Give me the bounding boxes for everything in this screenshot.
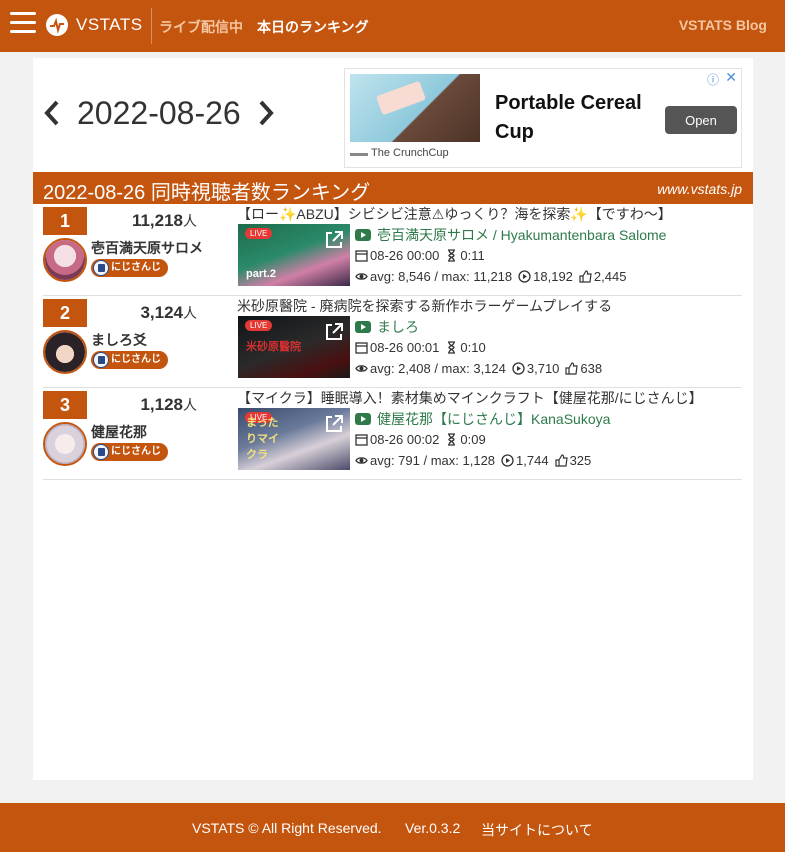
play-circle-icon <box>501 454 514 467</box>
rank-badge: 1 <box>43 207 87 235</box>
peak-viewers: 3,124人 <box>140 303 197 322</box>
thumbnail-text: 米砂原醫院 <box>246 341 301 353</box>
thumbnail-text: part.2 <box>246 268 276 280</box>
external-link-icon[interactable] <box>323 321 345 343</box>
external-link-icon[interactable] <box>323 229 345 251</box>
avatar[interactable] <box>43 330 87 374</box>
channel-link[interactable]: 健屋花那【にじさんじ】KanaSukoya <box>355 409 610 429</box>
play-circle-icon <box>518 270 531 283</box>
youtube-icon <box>355 321 371 333</box>
ranking-entry: 3 1,128人 健屋花那 にじさんじ 【マイクラ】睡眠導入！素材集めマインクラ… <box>43 388 742 480</box>
nijisanji-icon <box>93 352 109 368</box>
stream-thumbnail[interactable]: LIVE part.2 <box>238 224 350 286</box>
brand-link[interactable]: VSTATS <box>76 15 143 35</box>
nav-divider <box>151 8 152 44</box>
about-link[interactable]: 当サイトについて <box>481 820 593 840</box>
ad-brand-logo <box>350 153 368 156</box>
stream-stats: avg: 8,546 / max: 11,218 18,192 2,445 <box>355 269 626 284</box>
vtuber-name[interactable]: ましろ爻 <box>91 330 147 350</box>
vtuber-name[interactable]: 健屋花那 <box>91 422 147 442</box>
eye-icon <box>355 273 368 280</box>
vtuber-name[interactable]: 壱百満天原サロメ <box>91 238 203 258</box>
main-panel: 2022-08-26 Portable Cereal Cup Open The … <box>33 58 753 780</box>
nav-ranking-link[interactable]: 本日のランキング <box>257 17 369 37</box>
channel-link[interactable]: ましろ <box>355 317 419 337</box>
org-badge[interactable]: にじさんじ <box>91 443 168 461</box>
advertisement[interactable]: Portable Cereal Cup Open The CrunchCup ⓘ… <box>344 68 742 168</box>
current-date: 2022-08-26 <box>77 94 241 131</box>
stream-title[interactable]: 【マイクラ】睡眠導入！素材集めマインクラフト【健屋花那/にじさんじ】 <box>237 388 703 408</box>
youtube-icon <box>355 229 371 241</box>
ranking-title: 2022-08-26 同時視聴者数ランキング <box>43 182 371 204</box>
stream-time: 08-26 00:02 0:09 <box>355 432 486 447</box>
eye-icon <box>355 457 368 464</box>
thumbnail-text: まったりマイクラ <box>246 417 279 461</box>
play-circle-icon <box>512 362 525 375</box>
stream-stats: avg: 791 / max: 1,128 1,744 325 <box>355 453 591 468</box>
menu-icon[interactable] <box>10 12 36 38</box>
live-badge: LIVE <box>245 228 273 239</box>
ad-open-button[interactable]: Open <box>665 106 737 134</box>
hourglass-icon <box>448 433 456 446</box>
stream-thumbnail[interactable]: LIVE まったりマイクラ <box>238 408 350 470</box>
org-badge[interactable]: にじさんじ <box>91 351 168 369</box>
channel-link[interactable]: 壱百満天原サロメ / Hyakumantenbara Salome <box>355 225 666 245</box>
live-badge: LIVE <box>245 320 273 331</box>
rank-badge: 3 <box>43 391 87 419</box>
thumbs-up-icon <box>565 362 579 375</box>
date-navigator: 2022-08-26 <box>41 88 277 138</box>
stream-thumbnail[interactable]: LIVE 米砂原醫院 <box>238 316 350 378</box>
chevron-left-icon[interactable] <box>41 98 63 128</box>
version-text: Ver.0.3.2 <box>405 820 461 836</box>
avatar[interactable] <box>43 238 87 282</box>
youtube-icon <box>355 413 371 425</box>
stream-time: 08-26 00:00 0:11 <box>355 248 485 263</box>
ad-close-icon[interactable]: ✕ <box>725 69 737 86</box>
stream-title[interactable]: 米砂原醫院 - 廃病院を探索する新作ホラーゲームプレイする <box>237 296 612 316</box>
top-navbar: VSTATS ライブ配信中 本日のランキング VSTATS Blog <box>0 0 785 52</box>
copyright-text: VSTATS © All Right Reserved. <box>192 820 382 836</box>
ranking-header: 2022-08-26 同時視聴者数ランキング www.vstats.jp <box>33 172 753 204</box>
chevron-right-icon[interactable] <box>255 98 277 128</box>
ranking-entry: 1 11,218人 壱百満天原サロメ にじさんじ 【ロー✨ABZU】シビシビ注意… <box>43 204 742 296</box>
footer: VSTATS © All Right Reserved. Ver.0.3.2 当… <box>0 803 785 852</box>
stream-stats: avg: 2,408 / max: 3,124 3,710 638 <box>355 361 602 376</box>
calendar-icon <box>355 250 368 262</box>
hourglass-icon <box>448 249 456 262</box>
pulse-logo-icon[interactable] <box>46 14 68 36</box>
ad-brand: The CrunchCup <box>371 147 449 159</box>
ad-info-icon[interactable]: ⓘ <box>707 71 719 88</box>
external-link-icon[interactable] <box>323 413 345 435</box>
nav-blog-link[interactable]: VSTATS Blog <box>679 17 767 33</box>
thumbs-up-icon <box>554 454 568 467</box>
thumbs-up-icon <box>579 270 592 283</box>
ad-title[interactable]: Portable Cereal Cup <box>495 89 655 147</box>
avatar[interactable] <box>43 422 87 466</box>
nav-live-link[interactable]: ライブ配信中 <box>159 17 243 37</box>
calendar-icon <box>355 342 368 354</box>
peak-viewers: 11,218人 <box>131 211 197 230</box>
nijisanji-icon <box>93 444 109 460</box>
ranking-entry: 2 3,124人 ましろ爻 にじさんじ 米砂原醫院 - 廃病院を探索する新作ホラ… <box>43 296 742 388</box>
org-badge[interactable]: にじさんじ <box>91 259 168 277</box>
stream-title[interactable]: 【ロー✨ABZU】シビシビ注意⚠ゆっくり？海を探索✨【ですわ～】 <box>237 204 672 224</box>
rank-badge: 2 <box>43 299 87 327</box>
eye-icon <box>355 365 368 372</box>
ranking-site[interactable]: www.vstats.jp <box>657 181 742 197</box>
stream-time: 08-26 00:01 0:10 <box>355 340 486 355</box>
hourglass-icon <box>448 341 456 354</box>
nijisanji-icon <box>93 260 109 276</box>
peak-viewers: 1,128人 <box>140 395 197 414</box>
ad-image[interactable] <box>350 74 480 142</box>
calendar-icon <box>355 434 368 446</box>
